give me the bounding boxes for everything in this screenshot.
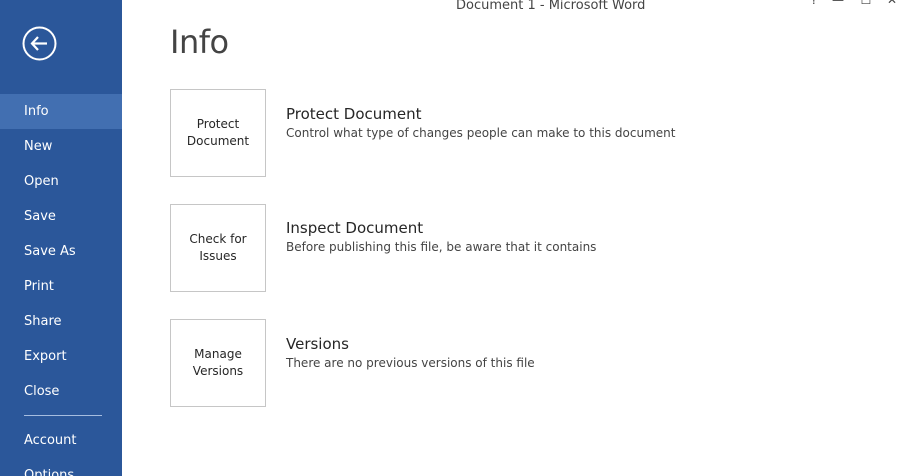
- back-button[interactable]: [22, 26, 57, 61]
- minimize-icon[interactable]: —: [831, 0, 845, 8]
- protect-document-button[interactable]: Protect Document: [170, 89, 266, 177]
- window-title: Document 1 - Microsoft Word: [456, 0, 646, 13]
- inspect-document-title: Inspect Document: [286, 219, 424, 237]
- protect-document-title: Protect Document: [286, 105, 422, 123]
- close-icon[interactable]: ✕: [885, 0, 899, 8]
- manage-versions-button[interactable]: Manage Versions: [170, 319, 266, 407]
- sidebar-item-open[interactable]: Open: [0, 164, 122, 199]
- manage-versions-button-line2: Versions: [192, 364, 244, 378]
- versions-description: There are no previous versions of this f…: [286, 356, 535, 370]
- sidebar-item-account[interactable]: Account: [0, 423, 122, 458]
- inspect-document-description: Before publishing this file, be aware th…: [286, 240, 597, 254]
- sidebar-item-options[interactable]: Options: [0, 458, 122, 476]
- check-for-issues-button-line2: Issues: [199, 249, 237, 263]
- sidebar-item-export[interactable]: Export: [0, 339, 122, 374]
- versions-section: Manage Versions Versions There are no pr…: [170, 319, 770, 407]
- protect-document-button-line1: Protect: [196, 117, 240, 131]
- sidebar-item-save[interactable]: Save: [0, 199, 122, 234]
- restore-icon[interactable]: ☐: [859, 0, 873, 8]
- sidebar-item-info[interactable]: Info: [0, 94, 122, 129]
- sidebar-item-new[interactable]: New: [0, 129, 122, 164]
- page-title: Info: [170, 23, 229, 61]
- versions-title: Versions: [286, 335, 349, 353]
- sidebar-item-close[interactable]: Close: [0, 374, 122, 409]
- sidebar-item-share[interactable]: Share: [0, 304, 122, 339]
- backstage-sidebar: Info New Open Save Save As Print Share E…: [0, 0, 122, 476]
- manage-versions-button-line1: Manage: [194, 347, 242, 361]
- backstage-window: Info New Open Save Save As Print Share E…: [0, 0, 907, 476]
- back-arrow-icon: [22, 26, 57, 61]
- sidebar-item-save-as[interactable]: Save As: [0, 234, 122, 269]
- check-for-issues-button-line1: Check for: [189, 232, 247, 246]
- help-icon[interactable]: ?: [807, 0, 821, 8]
- sidebar-divider: [24, 415, 102, 416]
- protect-document-description: Control what type of changes people can …: [286, 126, 676, 140]
- inspect-document-section: Check for Issues Inspect Document Before…: [170, 204, 770, 292]
- check-for-issues-button[interactable]: Check for Issues: [170, 204, 266, 292]
- protect-document-button-line2: Document: [186, 134, 250, 148]
- protect-document-section: Protect Document Protect Document Contro…: [170, 89, 770, 177]
- sidebar-item-print[interactable]: Print: [0, 269, 122, 304]
